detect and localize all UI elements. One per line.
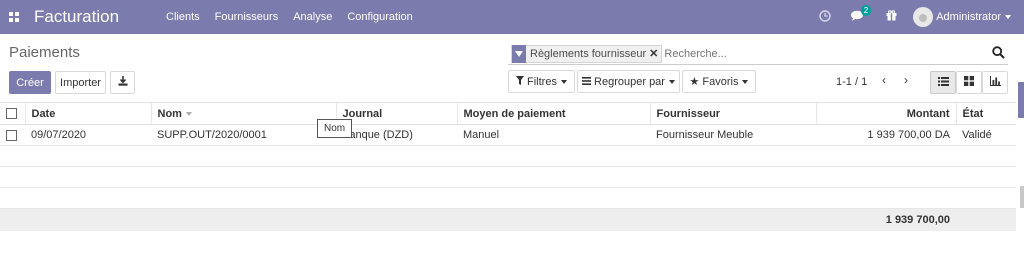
empty-row: [0, 145, 1016, 167]
cell-payment-method: Manuel: [457, 124, 650, 146]
groupby-icon: [582, 76, 592, 88]
graph-view-button[interactable]: [982, 71, 1008, 94]
cell-state: Validé: [956, 124, 1016, 146]
create-button[interactable]: Créer: [9, 71, 51, 94]
kanban-view-icon: [964, 76, 974, 89]
cell-journal: Banque (DZD): [336, 124, 457, 146]
filter-icon: [512, 44, 526, 63]
table-footer-row: 1 939 700,00: [0, 208, 1016, 231]
chevron-down-icon: [560, 79, 567, 84]
column-header-nom-label: Nom: [157, 107, 182, 120]
facet-label: Règlements fournisseur: [530, 47, 647, 60]
table-row[interactable]: 09/07/2020 SUPP.OUT/2020/0001 Banque (DZ…: [0, 124, 1016, 146]
chat-icon[interactable]: 2: [847, 4, 872, 25]
close-icon[interactable]: ✕: [649, 47, 661, 60]
graph-view-icon: [989, 76, 1001, 89]
filter-icon: [516, 75, 525, 88]
apps-menu-button[interactable]: [4, 0, 24, 34]
column-header-fournisseur[interactable]: Fournisseur: [649, 102, 816, 125]
user-name[interactable]: Administrator: [936, 11, 1001, 23]
kanban-view-button[interactable]: [956, 71, 982, 94]
sort-icon: [185, 111, 192, 116]
favorites-dropdown[interactable]: ★ Favoris: [682, 70, 756, 93]
groupby-dropdown[interactable]: Regrouper par: [577, 70, 680, 93]
import-button[interactable]: Importer: [55, 71, 106, 94]
pager-next-icon[interactable]: ›: [898, 73, 914, 87]
menu-item-clients[interactable]: Clients: [166, 11, 200, 23]
column-header-journal[interactable]: Journal: [335, 102, 457, 125]
search-input[interactable]: [664, 47, 985, 60]
column-header-etat[interactable]: État: [955, 102, 1016, 125]
payments-table: Date Nom Journal Moyen de paiement Fourn…: [0, 102, 1016, 231]
empty-row: [0, 166, 1016, 188]
apps-grid-icon: [9, 12, 19, 22]
row-select-cell[interactable]: [0, 124, 25, 146]
page-title: Paiements: [9, 44, 80, 61]
cell-name: SUPP.OUT/2020/0001: [151, 124, 336, 146]
column-header-payment-method[interactable]: Moyen de paiement: [456, 102, 650, 125]
download-icon: [118, 76, 128, 89]
top-navbar: Facturation Clients Fournisseurs Analyse…: [0, 0, 1024, 34]
list-view-button[interactable]: [930, 71, 956, 94]
avatar[interactable]: [913, 7, 934, 27]
favorites-label: Favoris: [702, 75, 739, 88]
chevron-down-icon: [668, 79, 675, 84]
column-tooltip: Nom: [317, 119, 353, 138]
cell-partner: Fournisseur Meuble: [650, 124, 816, 146]
list-view-icon: [937, 76, 949, 89]
clock-icon[interactable]: [814, 9, 836, 25]
filters-label: Filtres: [527, 75, 557, 88]
column-header-montant[interactable]: Montant: [815, 102, 956, 125]
cell-amount: 1 939 700,00 DA: [816, 124, 956, 146]
groupby-label: Regrouper par: [594, 75, 665, 88]
cell-date: 09/07/2020: [25, 124, 151, 146]
table-header-row: Date Nom Journal Moyen de paiement Fourn…: [0, 102, 1016, 125]
empty-row: [0, 187, 1016, 209]
row-checkbox[interactable]: [6, 129, 17, 141]
search-facet[interactable]: Règlements fournisseur ✕: [511, 44, 663, 63]
app-title[interactable]: Facturation: [34, 7, 162, 27]
column-header-nom[interactable]: Nom: [150, 102, 336, 125]
menu-item-fournisseurs[interactable]: Fournisseurs: [215, 11, 279, 23]
select-all-checkbox[interactable]: [6, 108, 17, 120]
scrollbar-track-mark[interactable]: [1020, 186, 1024, 208]
menu-item-configuration[interactable]: Configuration: [347, 11, 412, 23]
total-amount: 1 939 700,00: [816, 208, 956, 231]
chevron-down-icon: [742, 79, 749, 84]
filters-dropdown[interactable]: Filtres: [508, 70, 575, 93]
gift-icon[interactable]: [880, 10, 902, 24]
column-header-date[interactable]: Date: [24, 102, 151, 125]
chevron-down-icon[interactable]: [1005, 15, 1011, 19]
chat-badge: 2: [860, 4, 872, 16]
main-menu: Clients Fournisseurs Analyse Configurati…: [166, 11, 428, 23]
menu-item-analyse[interactable]: Analyse: [293, 11, 332, 23]
pager-previous-icon[interactable]: ‹: [876, 73, 892, 87]
systray: 2 Administrator: [814, 0, 1024, 34]
search-icon[interactable]: [992, 46, 1006, 60]
search-bar: Règlements fournisseur ✕: [508, 43, 1008, 65]
star-icon: ★: [689, 76, 700, 88]
select-all-cell[interactable]: [0, 102, 25, 125]
scrollbar-thumb[interactable]: [1018, 82, 1024, 118]
download-button[interactable]: [110, 71, 135, 94]
pager-value[interactable]: 1-1 / 1: [836, 76, 867, 88]
